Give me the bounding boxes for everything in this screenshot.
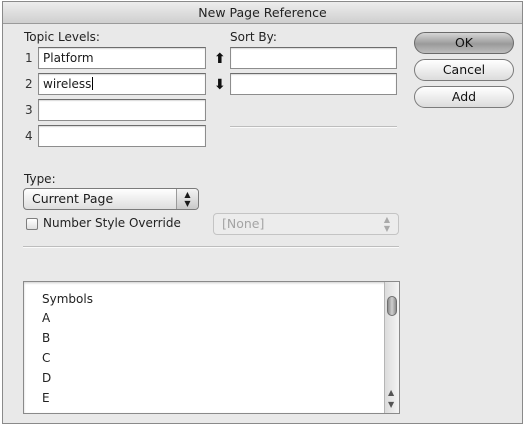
list-item[interactable]: A <box>42 311 50 325</box>
ok-button[interactable]: OK <box>414 32 514 54</box>
number-style-selected-value: [None] <box>222 216 265 231</box>
move-up-arrow-icon[interactable]: ⬆ <box>214 51 226 67</box>
text-caret <box>92 77 94 90</box>
list-item[interactable]: B <box>42 331 50 345</box>
dialog-title: New Page Reference <box>3 2 522 24</box>
type-popup[interactable]: Current Page ▲ ▼ <box>23 188 199 210</box>
topic-level-1-number: 1 <box>25 51 33 65</box>
section-separator <box>23 246 399 248</box>
topic-level-4-number: 4 <box>25 129 33 143</box>
topic-level-1-field[interactable]: Platform <box>38 47 206 69</box>
sort-separator <box>230 126 397 128</box>
topic-level-3-field[interactable] <box>38 99 206 121</box>
scroll-up-arrow-icon[interactable]: ▲ <box>388 388 394 397</box>
topic-level-2-field[interactable]: wireless <box>38 73 206 95</box>
topic-level-3-number: 3 <box>25 103 33 117</box>
updown-chevrons-icon: ▲ ▼ <box>376 214 398 234</box>
list-item[interactable]: Symbols <box>42 292 93 306</box>
move-down-arrow-icon[interactable]: ⬇ <box>214 77 226 93</box>
type-label: Type: <box>24 172 56 186</box>
cancel-button[interactable]: Cancel <box>414 59 514 81</box>
list-item[interactable]: C <box>42 351 50 365</box>
number-style-override-checkbox[interactable] <box>26 218 38 230</box>
updown-chevrons-icon: ▲ ▼ <box>176 189 198 209</box>
sort-by-2-field[interactable] <box>230 73 397 95</box>
topic-level-4-field[interactable] <box>38 125 206 147</box>
add-button[interactable]: Add <box>414 86 514 108</box>
topic-levels-label: Topic Levels: <box>24 30 100 44</box>
index-list[interactable]: Symbols A B C D E ▲ ▼ <box>23 281 400 414</box>
new-page-reference-dialog: New Page Reference Topic Levels: Sort By… <box>2 1 523 424</box>
topic-level-2-value: wireless <box>43 77 92 91</box>
list-item[interactable]: D <box>42 371 51 385</box>
sort-by-1-field[interactable] <box>230 47 397 69</box>
sort-by-label: Sort By: <box>230 30 277 44</box>
type-selected-value: Current Page <box>32 191 114 206</box>
scrollbar-thumb[interactable] <box>387 296 397 316</box>
scroll-down-arrow-icon[interactable]: ▼ <box>388 400 394 409</box>
number-style-popup[interactable]: [None] ▲ ▼ <box>213 213 399 235</box>
topic-level-2-number: 2 <box>25 77 33 91</box>
list-scrollbar[interactable]: ▲ ▼ <box>384 282 399 413</box>
number-style-override-label: Number Style Override <box>43 216 181 230</box>
list-item[interactable]: E <box>42 391 50 405</box>
